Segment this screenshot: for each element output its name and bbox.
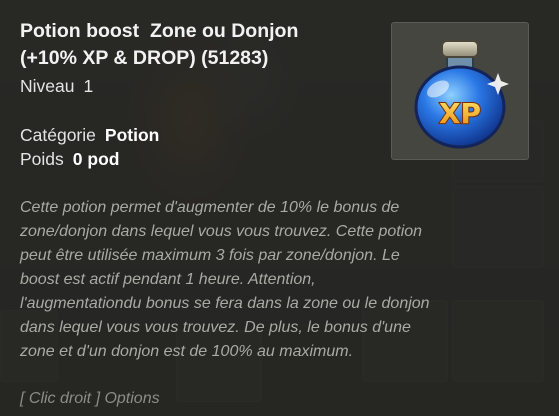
category-label: Catégorie [20,125,96,145]
level-value: 1 [83,76,94,96]
item-title: Potion boost Zone ou Donjon (+10% XP & D… [20,20,299,69]
item-description: Cette potion permet d'augmenter de 10% l… [20,199,430,360]
category-value: Potion [104,125,160,145]
right-click-options-hint: [ Clic droit ] Options [20,390,160,407]
xp-potion-icon: XP [414,40,509,149]
weight-value: 0 pod [72,149,120,169]
item-icon-frame: XP [391,22,529,160]
item-weight: Poids 0 pod [20,148,119,170]
level-label: Niveau [20,76,75,96]
weight-label: Poids [20,149,64,169]
xp-icon-text: XP [439,97,481,130]
item-tooltip: Potion boost Zone ou Donjon (+10% XP & D… [0,0,559,416]
item-level: Niveau 1 [20,75,93,97]
item-category: Catégorie Potion [20,124,159,146]
